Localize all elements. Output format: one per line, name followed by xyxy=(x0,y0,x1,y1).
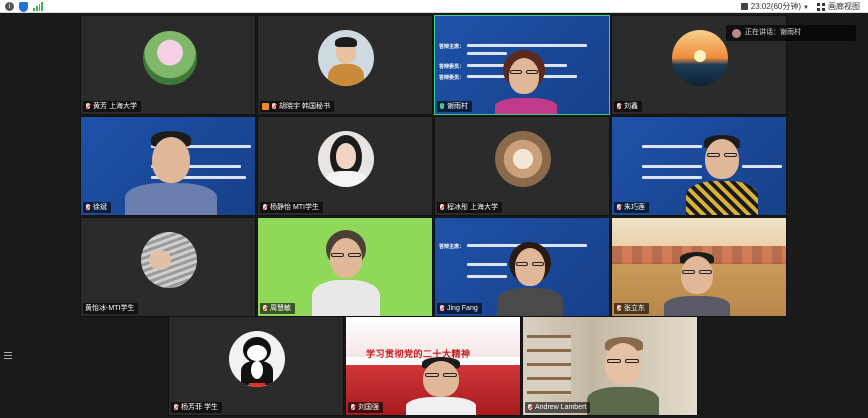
video-tile[interactable]: 黄芳 上海大学 xyxy=(80,15,256,115)
participant-video xyxy=(682,131,762,215)
mic-muted-icon xyxy=(616,304,622,313)
participant-avatar xyxy=(318,30,374,86)
video-tile[interactable]: 黄怡冰-MTI学生 xyxy=(80,217,256,317)
mic-active-icon xyxy=(439,102,445,111)
participant-avatar xyxy=(143,31,197,85)
mic-muted-icon xyxy=(350,403,356,412)
speaker-avatar xyxy=(732,28,741,38)
video-tile[interactable]: 答辩主席： Jing Fang xyxy=(434,217,610,317)
participant-name: 张立东 xyxy=(624,305,645,312)
participant-video xyxy=(306,228,386,316)
chevron-down-icon: ▼ xyxy=(803,5,809,11)
slide-label: 答辩委员： xyxy=(439,64,465,70)
participant-video xyxy=(495,240,565,316)
video-tile-active-speaker[interactable]: 答辩主席： 答辩委员： 答辩委员： 谢雨村 xyxy=(434,15,610,115)
participant-name: Jing Fang xyxy=(447,305,478,312)
video-tile[interactable]: 学习贯彻党的二十大精神 刘国强 xyxy=(345,316,521,416)
active-speaker-pip[interactable]: 正在讲话：谢雨村 xyxy=(726,25,856,41)
mic-muted-icon xyxy=(439,203,445,212)
video-tile[interactable]: 杨静怡 MTI学生 xyxy=(257,116,433,216)
slide-label: 答辩委员： xyxy=(439,75,465,81)
participant-nameplate: 黄芳 上海大学 xyxy=(83,101,141,112)
participant-name: 周慧敏 xyxy=(270,305,291,312)
participant-avatar xyxy=(495,131,551,187)
security-shield-icon[interactable] xyxy=(19,1,28,12)
video-tile[interactable]: 徐斌 xyxy=(80,116,256,216)
participant-name: 刘鑫 xyxy=(624,103,638,110)
participant-nameplate: 杨芳菲 学生 xyxy=(171,402,222,413)
participant-video xyxy=(662,248,732,316)
participant-nameplate: 张立东 xyxy=(614,303,649,314)
participant-name: 黄芳 上海大学 xyxy=(93,103,137,110)
mic-muted-icon xyxy=(262,304,268,313)
mic-muted-icon xyxy=(616,102,622,111)
slide-label: 答辩主席： xyxy=(439,244,465,250)
top-status-bar: i 23:02(60分钟) ▼ 画廊视图 xyxy=(0,0,868,13)
mic-muted-icon xyxy=(85,203,91,212)
video-tile[interactable]: Andrew Lambert xyxy=(522,316,698,416)
participant-avatar xyxy=(229,331,285,387)
mic-muted-icon xyxy=(271,102,277,111)
participant-nameplate: 程冰彤 上海大学 xyxy=(437,202,502,213)
video-tile[interactable]: 周慧敏 xyxy=(257,217,433,317)
participant-nameplate: 杨静怡 MTI学生 xyxy=(260,202,323,213)
mic-muted-icon xyxy=(173,403,179,412)
recording-time: 23:02(60分钟) xyxy=(750,2,802,11)
participant-nameplate: 刘鑫 xyxy=(614,101,642,112)
mic-muted-icon xyxy=(527,403,533,412)
video-tile[interactable]: 张立东 xyxy=(611,217,787,317)
side-panel-toggle[interactable] xyxy=(4,352,12,362)
participant-name: 徐斌 xyxy=(93,204,107,211)
participant-nameplate: 徐斌 xyxy=(83,202,111,213)
video-tile[interactable]: 程冰彤 上海大学 xyxy=(434,116,610,216)
recording-indicator[interactable]: 23:02(60分钟) ▼ xyxy=(740,1,809,12)
video-tile[interactable]: 杨芳菲 学生 xyxy=(168,316,344,416)
participant-avatar xyxy=(672,30,728,86)
participant-name: 朱巧莲 xyxy=(624,204,645,211)
participant-nameplate: 谢雨村 xyxy=(437,101,472,112)
participant-video xyxy=(121,129,221,215)
participant-name: 胡晓宇 韩国秘书 xyxy=(279,103,330,110)
info-icon[interactable]: i xyxy=(5,2,14,11)
participant-video xyxy=(406,357,476,415)
video-tile[interactable]: 朱巧莲 xyxy=(611,116,787,216)
host-badge-icon xyxy=(262,103,269,110)
participant-video xyxy=(583,335,663,415)
participant-avatar xyxy=(318,131,374,187)
participant-name: 黄怡冰-MTI学生 xyxy=(85,305,135,312)
participant-name: Andrew Lambert xyxy=(535,404,587,411)
participant-nameplate: 刘国强 xyxy=(348,402,383,413)
participant-name: 杨静怡 MTI学生 xyxy=(270,204,319,211)
participant-nameplate: 黄怡冰-MTI学生 xyxy=(83,303,139,314)
active-speaker-label: 正在讲话：谢雨村 xyxy=(745,29,801,36)
view-mode-label: 画廊视图 xyxy=(828,2,860,11)
network-signal-icon[interactable] xyxy=(33,2,43,11)
mic-muted-icon xyxy=(616,203,622,212)
participant-name: 刘国强 xyxy=(358,404,379,411)
participant-nameplate: 周慧敏 xyxy=(260,303,295,314)
gallery-grid-icon xyxy=(817,2,825,11)
participant-nameplate: 胡晓宇 韩国秘书 xyxy=(260,101,334,112)
participant-nameplate: Jing Fang xyxy=(437,303,482,314)
participant-name: 谢雨村 xyxy=(447,103,468,110)
mic-muted-icon xyxy=(85,102,91,111)
view-mode-button[interactable]: 画廊视图 xyxy=(817,1,860,12)
video-tile[interactable]: 胡晓宇 韩国秘书 xyxy=(257,15,433,115)
mic-muted-icon xyxy=(262,203,268,212)
recording-icon xyxy=(740,3,748,11)
participant-name: 程冰彤 上海大学 xyxy=(447,204,498,211)
participant-avatar xyxy=(141,232,197,288)
participant-video xyxy=(493,46,563,114)
participant-nameplate: 朱巧莲 xyxy=(614,202,649,213)
meeting-info-icons: i xyxy=(5,1,43,12)
slide-label: 答辩主席： xyxy=(439,44,465,50)
mic-muted-icon xyxy=(439,304,445,313)
participant-name: 杨芳菲 学生 xyxy=(181,404,218,411)
participant-nameplate: Andrew Lambert xyxy=(525,402,591,413)
